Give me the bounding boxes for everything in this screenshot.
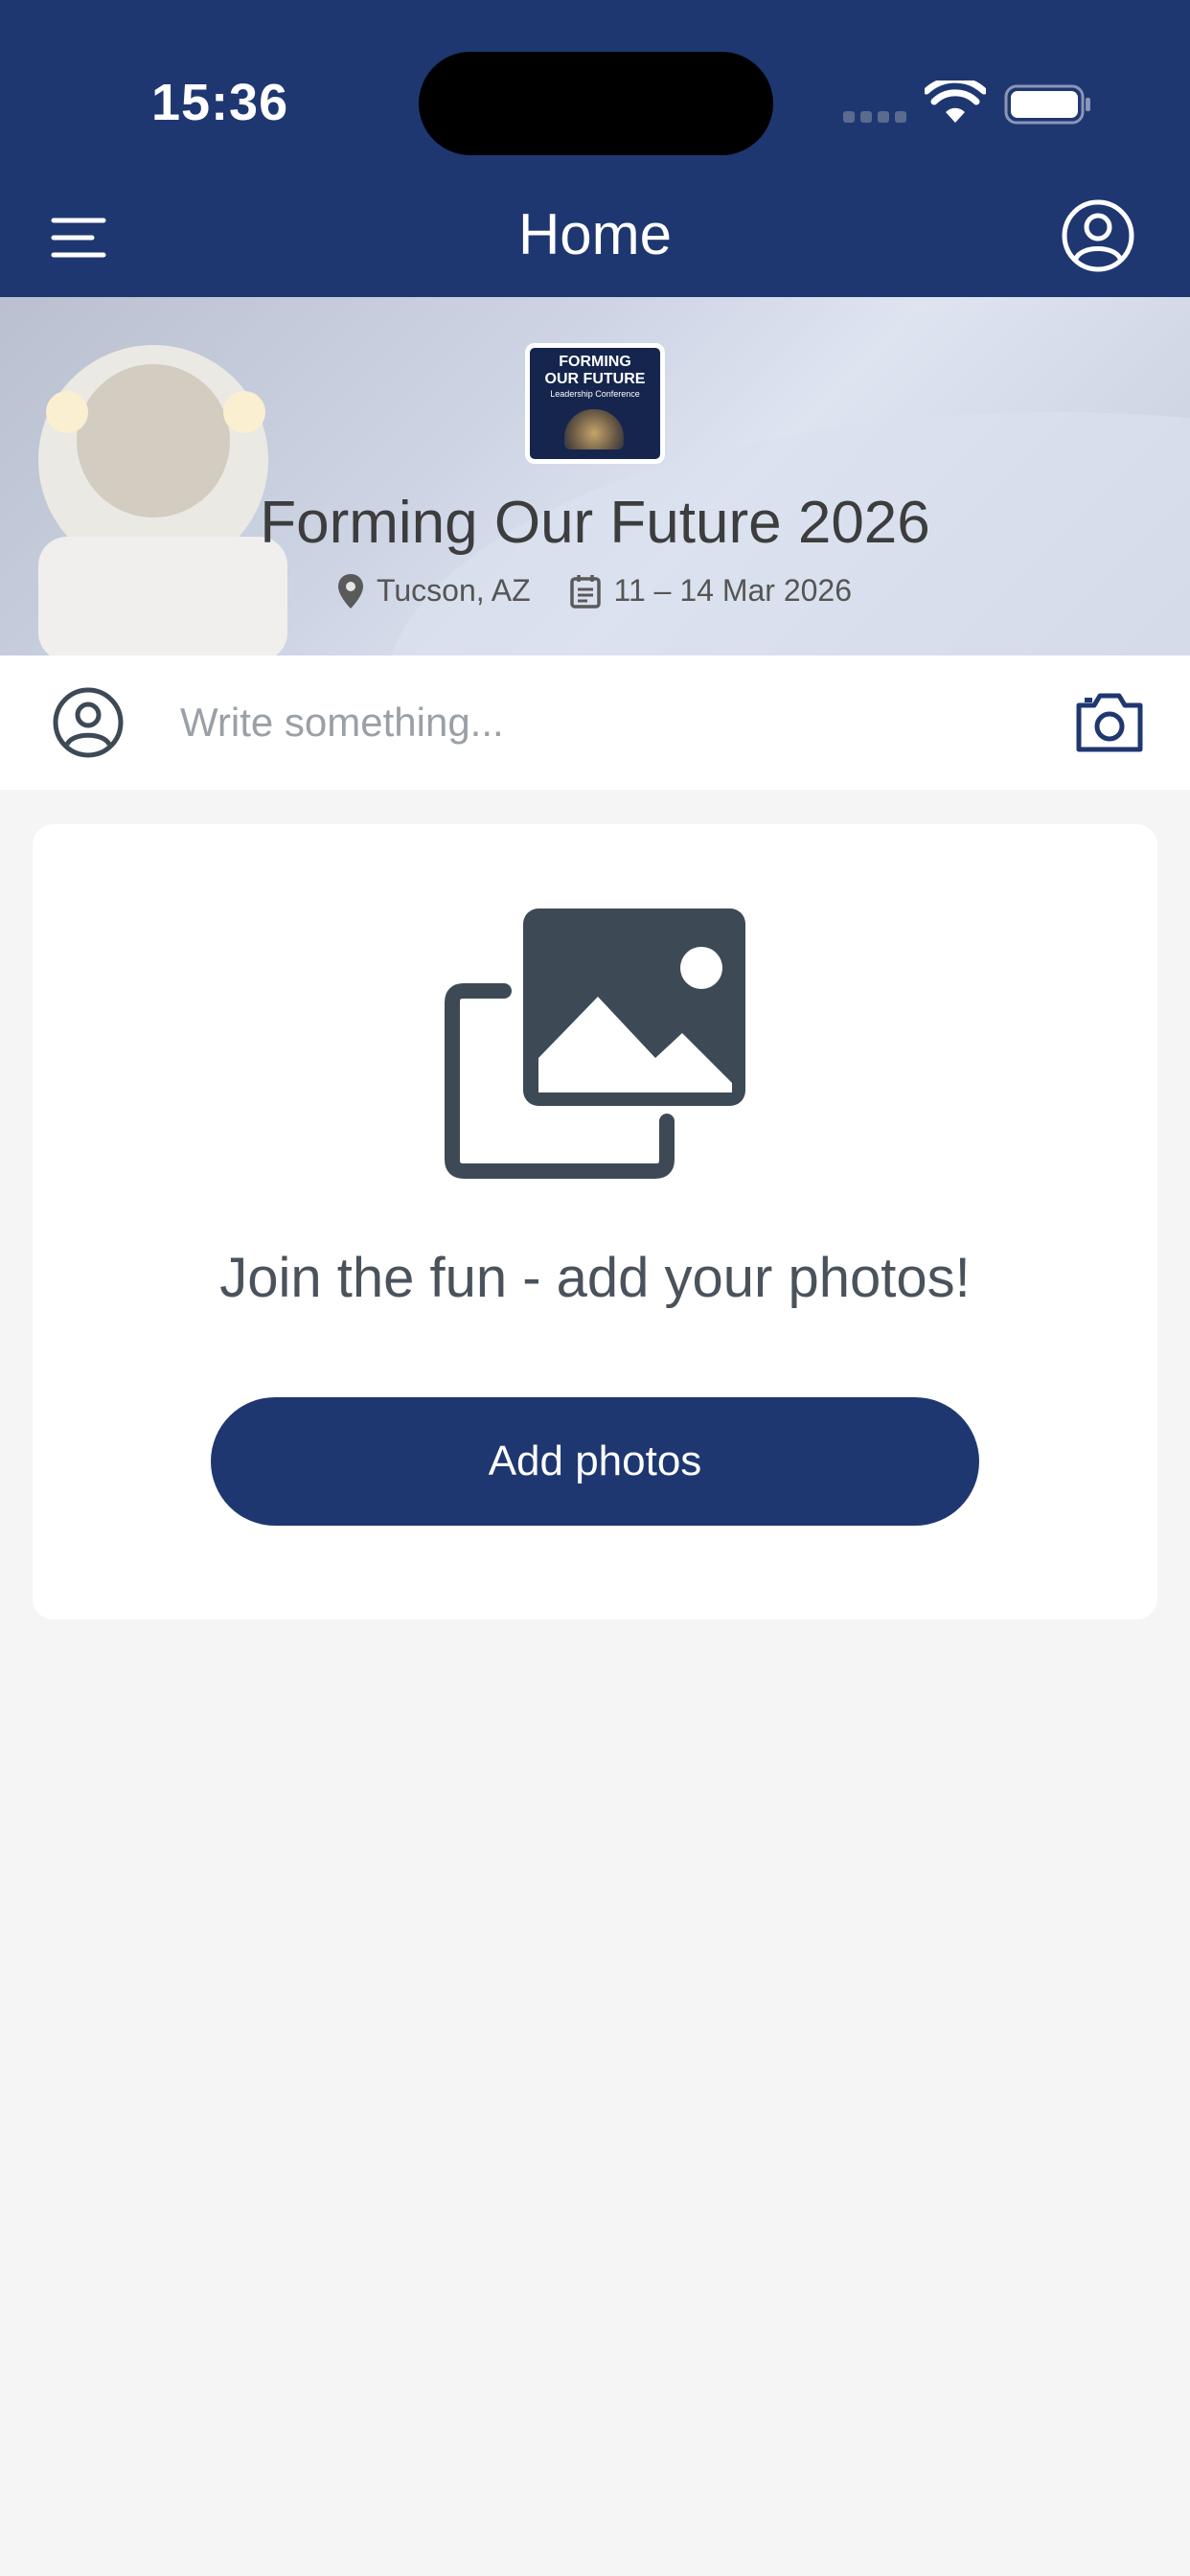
- wifi-icon: [925, 80, 986, 123]
- user-circle-icon[interactable]: [1060, 197, 1136, 274]
- post-input[interactable]: [178, 694, 945, 751]
- calendar-icon: [569, 574, 601, 609]
- cellular-signal-icon: [843, 110, 912, 127]
- event-dates: 11 – 14 Mar 2026: [569, 573, 852, 609]
- map-pin-icon: [337, 573, 363, 609]
- page-title: Home: [517, 202, 673, 266]
- event-banner: FORMING OUR FUTURE Leadership Conference…: [0, 297, 1190, 656]
- empty-photos-card: Join the fun - add your photos! Add phot…: [33, 824, 1157, 1620]
- add-photos-button[interactable]: Add photos: [211, 1397, 979, 1526]
- event-location: Tucson, AZ: [337, 573, 531, 609]
- user-avatar-icon: [53, 687, 124, 758]
- event-title: Forming Our Future 2026: [260, 490, 930, 556]
- event-logo: FORMING OUR FUTURE Leadership Conference: [525, 343, 665, 464]
- navigation-bar: Home: [0, 182, 1190, 297]
- photo-gallery-icon: [445, 908, 745, 1179]
- status-time: 15:36: [151, 74, 289, 131]
- empty-state-message: Join the fun - add your photos!: [219, 1247, 971, 1309]
- status-bar: 15:36: [0, 0, 1190, 182]
- battery-icon: [1004, 84, 1090, 125]
- dynamic-island: [419, 52, 773, 155]
- camera-icon[interactable]: [1073, 690, 1146, 755]
- post-composer: [0, 656, 1190, 790]
- event-meta: Tucson, AZ 11 – 14 Mar 2026: [0, 573, 1190, 616]
